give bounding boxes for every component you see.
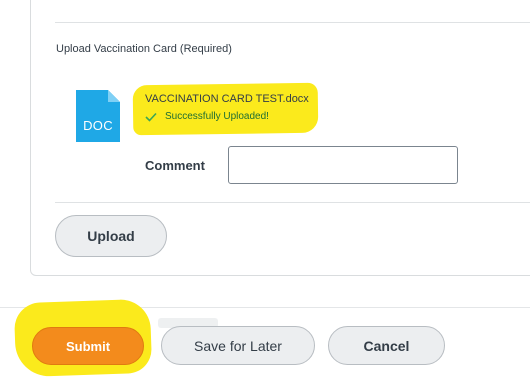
comment-input[interactable] [228, 146, 458, 184]
divider [55, 202, 530, 203]
doc-file-shape [76, 90, 120, 142]
uploaded-file-name[interactable]: VACCINATION CARD TEST.docx [145, 93, 309, 105]
doc-file-icon[interactable]: DOC [76, 90, 120, 142]
cancel-button[interactable]: Cancel [328, 326, 445, 365]
doc-icon-text: DOC [83, 118, 113, 133]
check-icon [145, 112, 157, 122]
upload-button[interactable]: Upload [55, 215, 167, 257]
upload-status-text: Successfully Uploaded! [165, 111, 269, 122]
save-for-later-button[interactable]: Save for Later [161, 326, 315, 365]
comment-label: Comment [145, 158, 205, 173]
upload-section-label: Upload Vaccination Card (Required) [56, 43, 232, 55]
submit-button[interactable]: Submit [32, 327, 144, 365]
file-highlight [132, 82, 319, 136]
page: Upload Vaccination Card (Required) DOC V… [0, 0, 530, 377]
upload-status: Successfully Uploaded! [145, 111, 269, 122]
divider [55, 22, 530, 23]
